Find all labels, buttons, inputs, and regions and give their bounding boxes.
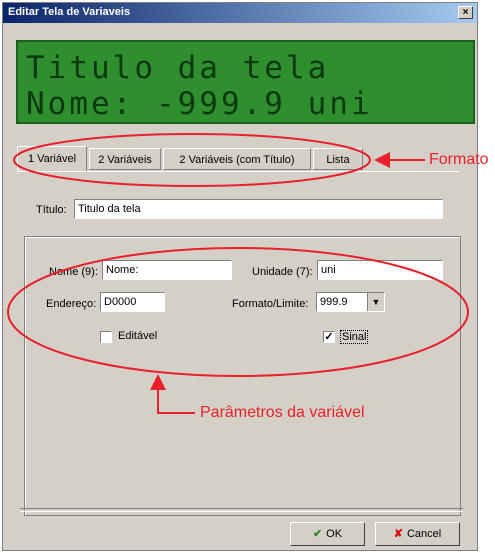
close-icon: ✘ bbox=[393, 528, 403, 540]
unidade-input[interactable]: uni bbox=[317, 260, 443, 280]
unidade-label: Unidade (7): bbox=[252, 266, 313, 278]
cancel-label: Cancel bbox=[406, 528, 442, 540]
ok-label: OK bbox=[326, 528, 343, 540]
formato-annotation: Formato bbox=[429, 151, 489, 168]
formato-select[interactable]: 999.9 ▼ bbox=[316, 292, 385, 312]
chevron-down-icon[interactable]: ▼ bbox=[367, 293, 384, 311]
tab-1-variavel[interactable]: 1 Variável bbox=[17, 146, 87, 172]
title-input[interactable]: Titulo da tela bbox=[74, 199, 443, 219]
endereco-input[interactable]: D0000 bbox=[100, 292, 165, 312]
nome-input[interactable]: Nome: bbox=[102, 260, 232, 280]
cancel-button[interactable]: ✘ Cancel bbox=[375, 522, 460, 546]
check-icon: ✔ bbox=[312, 528, 323, 540]
tab-2-variaveis-com-titulo[interactable]: 2 Variáveis (com Título) bbox=[163, 148, 311, 170]
editavel-checkbox[interactable] bbox=[100, 331, 112, 343]
button-separator bbox=[20, 508, 463, 512]
nome-label: Nome (9): bbox=[49, 266, 98, 278]
sinal-checkbox[interactable]: ✓ bbox=[323, 331, 335, 343]
lcd-line-1: Titulo da tela bbox=[26, 50, 330, 86]
sinal-label: Sinal bbox=[340, 330, 369, 344]
endereco-label: Endereço: bbox=[46, 298, 97, 310]
editavel-label: Editável bbox=[118, 330, 158, 342]
formato-label: Formato/Limite: bbox=[232, 298, 309, 310]
close-button[interactable]: × bbox=[458, 6, 473, 19]
ok-button[interactable]: ✔ OK bbox=[290, 522, 365, 546]
title-label: Título: bbox=[36, 204, 67, 216]
formato-value: 999.9 bbox=[320, 296, 348, 308]
tab-lista[interactable]: Lista bbox=[313, 148, 363, 170]
parametros-annotation: Parâmetros da variável bbox=[200, 404, 365, 421]
title-bar[interactable]: Editar Tela de Variaveis × bbox=[3, 3, 477, 23]
lcd-preview: Titulo da tela Nome: -999.9 uni bbox=[16, 40, 475, 124]
tab-2-variaveis[interactable]: 2 Variáveis bbox=[89, 148, 161, 170]
lcd-line-2: Nome: -999.9 uni bbox=[26, 86, 373, 122]
tab-baseline bbox=[17, 171, 459, 172]
window-title: Editar Tela de Variaveis bbox=[8, 6, 131, 18]
